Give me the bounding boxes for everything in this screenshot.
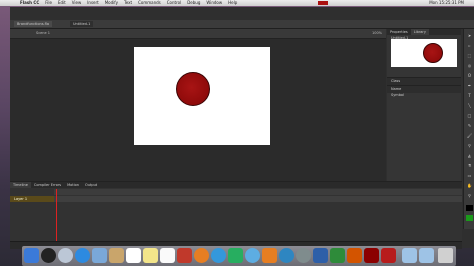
word-icon[interactable] — [313, 248, 328, 263]
frame-ruler[interactable] — [54, 189, 462, 195]
subselection-tool-icon[interactable]: ▹ — [466, 43, 473, 49]
tab-motion[interactable]: Motion — [64, 182, 82, 188]
red-circle-shape[interactable] — [176, 72, 210, 106]
tools-panel: ➤ ▹ ⬚ ◎ ʘ ✒ T ╲ □ ✎ 🖌 ⚲ ◭ ⚗ ▭ ✋ ⚲ — [463, 29, 474, 229]
fill-color-swatch[interactable] — [466, 215, 473, 221]
photos-icon[interactable] — [194, 248, 209, 263]
ibooks-icon[interactable] — [262, 248, 277, 263]
menu-text[interactable]: Text — [124, 0, 132, 6]
brush-tool-icon[interactable]: 🖌 — [466, 133, 473, 139]
messages-icon[interactable] — [211, 248, 226, 263]
app-store-icon[interactable] — [279, 248, 294, 263]
tab-library[interactable]: Library — [410, 29, 429, 35]
tab-properties[interactable]: Properties — [387, 29, 411, 35]
lasso-tool-icon[interactable]: ʘ — [466, 73, 473, 79]
notes-icon[interactable] — [143, 248, 158, 263]
hand-tool-icon[interactable]: ✋ — [466, 183, 473, 189]
reminders-icon[interactable] — [160, 248, 175, 263]
acrobat-icon[interactable] — [381, 248, 396, 263]
status-area: Mon 15:25:31 PM — [429, 0, 470, 6]
zoom-tool-icon[interactable]: ⚲ — [466, 193, 473, 199]
library-header-row: Name — [387, 85, 461, 93]
library-item-symbol[interactable]: Symbol — [391, 93, 404, 97]
paint-bucket-tool-icon[interactable]: ◭ — [466, 153, 473, 159]
menu-control[interactable]: Control — [167, 0, 181, 6]
maps-icon[interactable] — [177, 248, 192, 263]
tab-output[interactable]: Output — [82, 182, 100, 188]
playhead[interactable] — [56, 189, 57, 247]
timeline-tabs: Timeline Compiler Errors Motion Output — [10, 182, 462, 188]
trash-icon[interactable] — [438, 248, 453, 263]
dock — [22, 246, 456, 266]
menu-bar: Flash CC File Edit View Insert Modify Te… — [0, 0, 474, 6]
tab-document-1[interactable]: Brandfunctions.fla — [14, 21, 53, 27]
class-label: Class — [391, 79, 401, 83]
scene-label[interactable]: Scene 1 — [36, 31, 50, 35]
dashboard-icon[interactable] — [41, 248, 56, 263]
library-search-row: Class — [387, 77, 461, 85]
menu-window[interactable]: Window — [206, 0, 222, 6]
3d-rotation-tool-icon[interactable]: ◎ — [466, 63, 473, 69]
clock[interactable]: Mon 15:25:31 PM — [429, 0, 464, 6]
app-menu[interactable]: Flash CC — [20, 0, 39, 6]
calendar-icon[interactable] — [126, 248, 141, 263]
timeline-panel: Timeline Compiler Errors Motion Output L… — [10, 181, 462, 249]
stage[interactable] — [134, 47, 270, 145]
edit-bar: Scene 1 100% — [10, 29, 386, 39]
facetime-icon[interactable] — [228, 248, 243, 263]
pasteboard[interactable] — [10, 39, 386, 181]
properties-panel: Properties Library Untitled-1 Class Name… — [387, 29, 461, 184]
text-tool-icon[interactable]: T — [466, 93, 473, 99]
pencil-tool-icon[interactable]: ✎ — [466, 123, 473, 129]
adobe-badge-icon[interactable] — [318, 1, 328, 5]
menu-insert[interactable]: Insert — [87, 0, 98, 6]
bone-tool-icon[interactable]: ⚲ — [466, 143, 473, 149]
menu-debug[interactable]: Debug — [187, 0, 200, 6]
downloads-icon[interactable] — [419, 248, 434, 263]
eraser-tool-icon[interactable]: ▭ — [466, 173, 473, 179]
eyedropper-tool-icon[interactable]: ⚗ — [466, 163, 473, 169]
layer-frames[interactable] — [54, 196, 462, 202]
selection-tool-icon[interactable]: ➤ — [466, 33, 473, 39]
menu-edit[interactable]: Edit — [58, 0, 66, 6]
library-preview — [391, 39, 457, 67]
tab-compiler-errors[interactable]: Compiler Errors — [31, 182, 64, 188]
tab-document-2[interactable]: Untitled-1 — [70, 21, 94, 27]
menu-file[interactable]: File — [45, 0, 52, 6]
safari-icon[interactable] — [75, 248, 90, 263]
contacts-icon[interactable] — [109, 248, 124, 263]
mail-icon[interactable] — [92, 248, 107, 263]
tab-timeline[interactable]: Timeline — [10, 182, 31, 188]
flash-icon[interactable] — [364, 248, 379, 263]
menu-modify[interactable]: Modify — [105, 0, 118, 6]
menu-help[interactable]: Help — [228, 0, 237, 6]
system-preferences-icon[interactable] — [296, 248, 311, 263]
document-tab-bar: Brandfunctions.fla Untitled-1 — [10, 20, 474, 29]
launchpad-icon[interactable] — [58, 248, 73, 263]
name-column-header[interactable]: Name — [391, 87, 401, 91]
flash-window: Brandfunctions.fla Untitled-1 Scene 1 10… — [10, 7, 474, 249]
stroke-color-swatch[interactable] — [466, 205, 473, 211]
excel-icon[interactable] — [330, 248, 345, 263]
finder-icon[interactable] — [24, 248, 39, 263]
preview-circle — [423, 43, 443, 63]
pen-tool-icon[interactable]: ✒ — [466, 83, 473, 89]
zoom-select[interactable]: 100% — [372, 31, 382, 35]
itunes-icon[interactable] — [245, 248, 260, 263]
menu-view[interactable]: View — [72, 0, 82, 6]
layer-row[interactable]: Layer 1 — [10, 196, 54, 202]
powerpoint-icon[interactable] — [347, 248, 362, 263]
rectangle-tool-icon[interactable]: □ — [466, 113, 473, 119]
free-transform-tool-icon[interactable]: ⬚ — [466, 53, 473, 59]
folder-icon[interactable] — [402, 248, 417, 263]
line-tool-icon[interactable]: ╲ — [466, 103, 473, 109]
menu-commands[interactable]: Commands — [138, 0, 161, 6]
panel-tabs: Properties Library — [387, 29, 461, 35]
